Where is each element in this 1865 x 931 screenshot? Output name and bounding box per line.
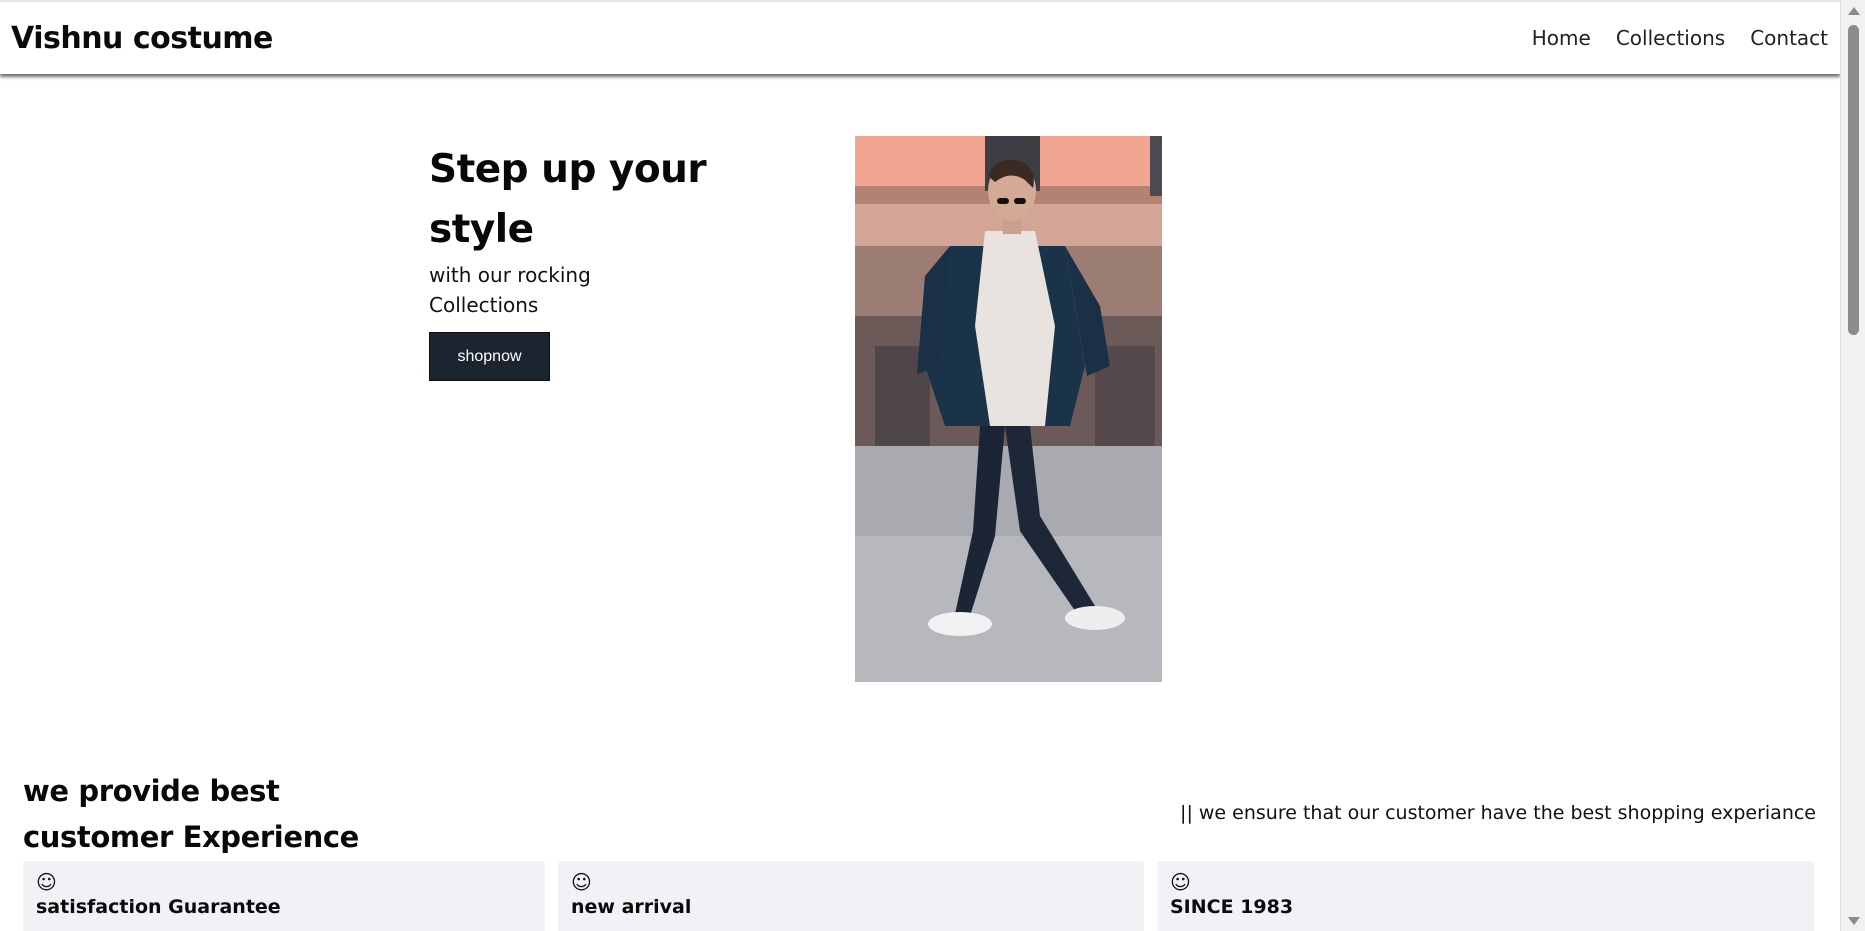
hero-text: Step up your style with our rocking Coll… <box>429 140 729 381</box>
smiley-icon: ☺ <box>1170 870 1191 894</box>
experience-note: || we ensure that our customer have the … <box>1180 802 1816 824</box>
hero-title: Step up your style <box>429 147 707 252</box>
feature-card-satisfaction: ☺ satisfaction Guarantee <box>23 861 545 931</box>
main-nav: Home Collections Contact <box>1532 26 1828 50</box>
site-header: Vishnu costume Home Collections Contact <box>0 0 1840 74</box>
smiley-icon: ☺ <box>571 870 592 894</box>
feature-card-new-arrival: ☺ new arrival <box>558 861 1144 931</box>
feature-card-title: new arrival <box>571 896 692 918</box>
brand-logo[interactable]: Vishnu costume <box>11 21 273 56</box>
feature-card-title: satisfaction Guarantee <box>36 896 281 918</box>
feature-card-since: ☺ SINCE 1983 <box>1157 861 1814 931</box>
experience-title: we provide best customer Experience <box>23 774 359 854</box>
nav-contact[interactable]: Contact <box>1750 26 1828 50</box>
smiley-icon: ☺ <box>36 870 57 894</box>
scroll-up-icon[interactable] <box>1848 7 1860 15</box>
fashion-model-photo <box>855 136 1162 682</box>
feature-card-title: SINCE 1983 <box>1170 896 1294 918</box>
hero-subtitle: with our rocking Collections <box>429 263 591 317</box>
vertical-scrollbar[interactable] <box>1840 0 1865 931</box>
hero-image <box>855 136 1162 682</box>
nav-home[interactable]: Home <box>1532 26 1591 50</box>
scroll-down-icon[interactable] <box>1848 917 1860 925</box>
nav-collections[interactable]: Collections <box>1616 26 1725 50</box>
shop-now-button[interactable]: shopnow <box>429 332 550 381</box>
page: Vishnu costume Home Collections Contact … <box>0 0 1840 931</box>
scrollbar-thumb[interactable] <box>1848 25 1859 335</box>
feature-cards: ☺ satisfaction Guarantee ☺ new arrival ☺… <box>23 861 1814 931</box>
